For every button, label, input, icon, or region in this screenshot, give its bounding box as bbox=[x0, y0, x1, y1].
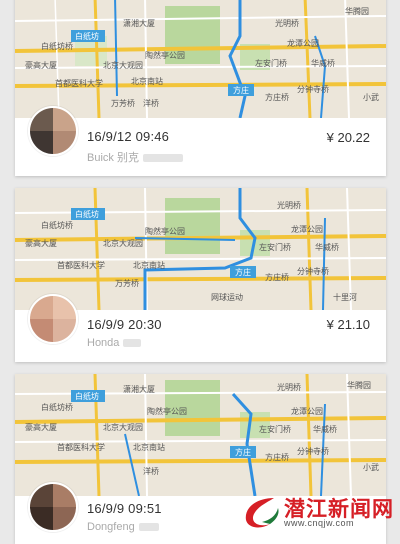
map-label: 光明桥 bbox=[277, 382, 301, 392]
map-label: 龙潭公园 bbox=[291, 224, 323, 234]
map-label: 陶然亭公园 bbox=[147, 406, 187, 416]
trip-map: 白纸坊 白纸坊桥 潇湘大厦 豪高大厦 北京大观园 首都医科大学 北京南站 陶然亭… bbox=[15, 0, 386, 118]
redacted-plate bbox=[142, 154, 183, 163]
map-label: 首都医科大学 bbox=[57, 442, 105, 452]
map-label: 华威桥 bbox=[313, 424, 337, 434]
map-label: 华威桥 bbox=[315, 242, 339, 252]
vehicle-model: Buick 别克 bbox=[87, 149, 183, 165]
avatar-pixel bbox=[53, 507, 76, 530]
map-label: 方庄桥 bbox=[265, 92, 289, 102]
map-label: 北京南站 bbox=[133, 260, 165, 270]
map-label: 首都医科大学 bbox=[55, 78, 103, 88]
map-label: 豪高大厦 bbox=[25, 422, 57, 432]
driver-avatar bbox=[28, 106, 78, 156]
trip-map: 白纸坊 白纸坊桥 豪高大厦 北京大观园 首都医科大学 北京南站 陶然亭公园 光明… bbox=[15, 188, 386, 310]
trip-price: ¥ 21.10 bbox=[326, 317, 370, 332]
map-label: 洋桥 bbox=[143, 98, 159, 108]
vehicle-model: Dongfeng bbox=[87, 521, 159, 533]
vehicle-model: Honda bbox=[87, 337, 142, 349]
map-label: 光明桥 bbox=[275, 18, 299, 28]
map-label: 北京大观园 bbox=[103, 422, 143, 432]
map-label: 白纸坊 bbox=[75, 391, 99, 401]
driver-avatar bbox=[28, 482, 78, 532]
avatar-pixel bbox=[53, 108, 76, 131]
map-label: 左安门桥 bbox=[255, 58, 287, 68]
map-label: 十里河 bbox=[333, 292, 357, 302]
map-label: 白纸坊桥 bbox=[41, 41, 73, 51]
map-label: 北京大观园 bbox=[103, 238, 143, 248]
vehicle-model-text: Honda bbox=[87, 337, 120, 349]
avatar-pixel bbox=[53, 484, 76, 507]
map-label: 龙潭公园 bbox=[291, 406, 323, 416]
map-label: 北京南站 bbox=[131, 76, 163, 86]
avatar-pixel bbox=[30, 296, 53, 319]
map-label: 白纸坊 bbox=[75, 209, 99, 219]
avatar-pixel bbox=[30, 319, 53, 342]
map-label: 白纸坊桥 bbox=[41, 402, 73, 412]
avatar-pixel bbox=[53, 131, 76, 154]
map-label: 白纸坊桥 bbox=[41, 220, 73, 230]
watermark-logo-icon bbox=[245, 498, 279, 528]
redacted-plate bbox=[138, 523, 159, 532]
map-label: 潇湘大厦 bbox=[123, 384, 155, 394]
map-label: 白纸坊 bbox=[75, 31, 99, 41]
map-label: 方庄桥 bbox=[265, 452, 289, 462]
map-label: 潇湘大厦 bbox=[123, 18, 155, 28]
map-label: 北京大观园 bbox=[103, 60, 143, 70]
vehicle-model-text: Dongfeng bbox=[87, 521, 135, 533]
trip-card[interactable]: 白纸坊 白纸坊桥 豪高大厦 北京大观园 首都医科大学 北京南站 陶然亭公园 光明… bbox=[15, 188, 386, 362]
trip-price: ¥ 20.22 bbox=[326, 130, 370, 145]
map-label: 分钟寺桥 bbox=[297, 446, 329, 456]
vehicle-model-text: Buick 别克 bbox=[87, 152, 139, 164]
trip-info: 16/9/12 09:46 Buick 别克 ¥ 20.22 bbox=[15, 106, 386, 172]
route-map-graphic: 白纸坊 白纸坊桥 潇湘大厦 豪高大厦 北京大观园 首都医科大学 北京南站 陶然亭… bbox=[15, 374, 386, 496]
map-label: 光明桥 bbox=[277, 200, 301, 210]
map-label: 方庄 bbox=[235, 267, 251, 277]
avatar-pixel bbox=[30, 131, 53, 154]
map-label: 龙潭公园 bbox=[287, 38, 319, 48]
map-label: 华腾园 bbox=[345, 6, 369, 16]
map-label: 左安门桥 bbox=[259, 242, 291, 252]
avatar-pixel bbox=[53, 319, 76, 342]
map-label: 万芳桥 bbox=[111, 98, 135, 108]
map-label: 陶然亭公园 bbox=[145, 50, 185, 60]
map-label: 方庄 bbox=[235, 447, 251, 457]
driver-avatar bbox=[28, 294, 78, 344]
map-label: 方庄桥 bbox=[265, 272, 289, 282]
avatar-pixel bbox=[30, 507, 53, 530]
site-watermark: 潜江新闻网 www.cnqjw.com bbox=[240, 492, 396, 532]
map-label: 洋桥 bbox=[143, 466, 159, 476]
map-label: 北京南站 bbox=[133, 442, 165, 452]
map-label: 小武 bbox=[363, 92, 379, 102]
map-label: 万芳桥 bbox=[115, 278, 139, 288]
map-label: 首都医科大学 bbox=[57, 260, 105, 270]
map-label: 华威桥 bbox=[311, 58, 335, 68]
map-label: 华腾园 bbox=[347, 380, 371, 390]
map-label: 陶然亭公园 bbox=[145, 226, 185, 236]
watermark-url: www.cnqjw.com bbox=[284, 518, 355, 528]
trip-datetime: 16/9/9 09:51 bbox=[87, 501, 162, 516]
trip-info: 16/9/9 20:30 Honda ¥ 21.10 bbox=[15, 294, 386, 362]
route-map-graphic: 白纸坊 白纸坊桥 潇湘大厦 豪高大厦 北京大观园 首都医科大学 北京南站 陶然亭… bbox=[15, 0, 386, 118]
map-label: 小武 bbox=[363, 462, 379, 472]
map-label: 豪高大厦 bbox=[25, 60, 57, 70]
avatar-pixel bbox=[30, 484, 53, 507]
map-label: 方庄 bbox=[233, 85, 249, 95]
avatar-pixel bbox=[30, 108, 53, 131]
trip-datetime: 16/9/9 20:30 bbox=[87, 317, 162, 332]
trip-map: 白纸坊 白纸坊桥 潇湘大厦 豪高大厦 北京大观园 首都医科大学 北京南站 陶然亭… bbox=[15, 374, 386, 496]
map-label: 网球运动 bbox=[211, 292, 243, 302]
route-map-graphic: 白纸坊 白纸坊桥 豪高大厦 北京大观园 首都医科大学 北京南站 陶然亭公园 光明… bbox=[15, 188, 386, 310]
trip-card[interactable]: 白纸坊 白纸坊桥 潇湘大厦 豪高大厦 北京大观园 首都医科大学 北京南站 陶然亭… bbox=[15, 0, 386, 176]
trip-datetime: 16/9/12 09:46 bbox=[87, 129, 170, 144]
map-label: 分钟寺桥 bbox=[297, 84, 329, 94]
map-label: 分钟寺桥 bbox=[297, 266, 329, 276]
map-label: 豪高大厦 bbox=[25, 238, 57, 248]
avatar-pixel bbox=[53, 296, 76, 319]
map-label: 左安门桥 bbox=[259, 424, 291, 434]
redacted-plate bbox=[123, 339, 142, 348]
